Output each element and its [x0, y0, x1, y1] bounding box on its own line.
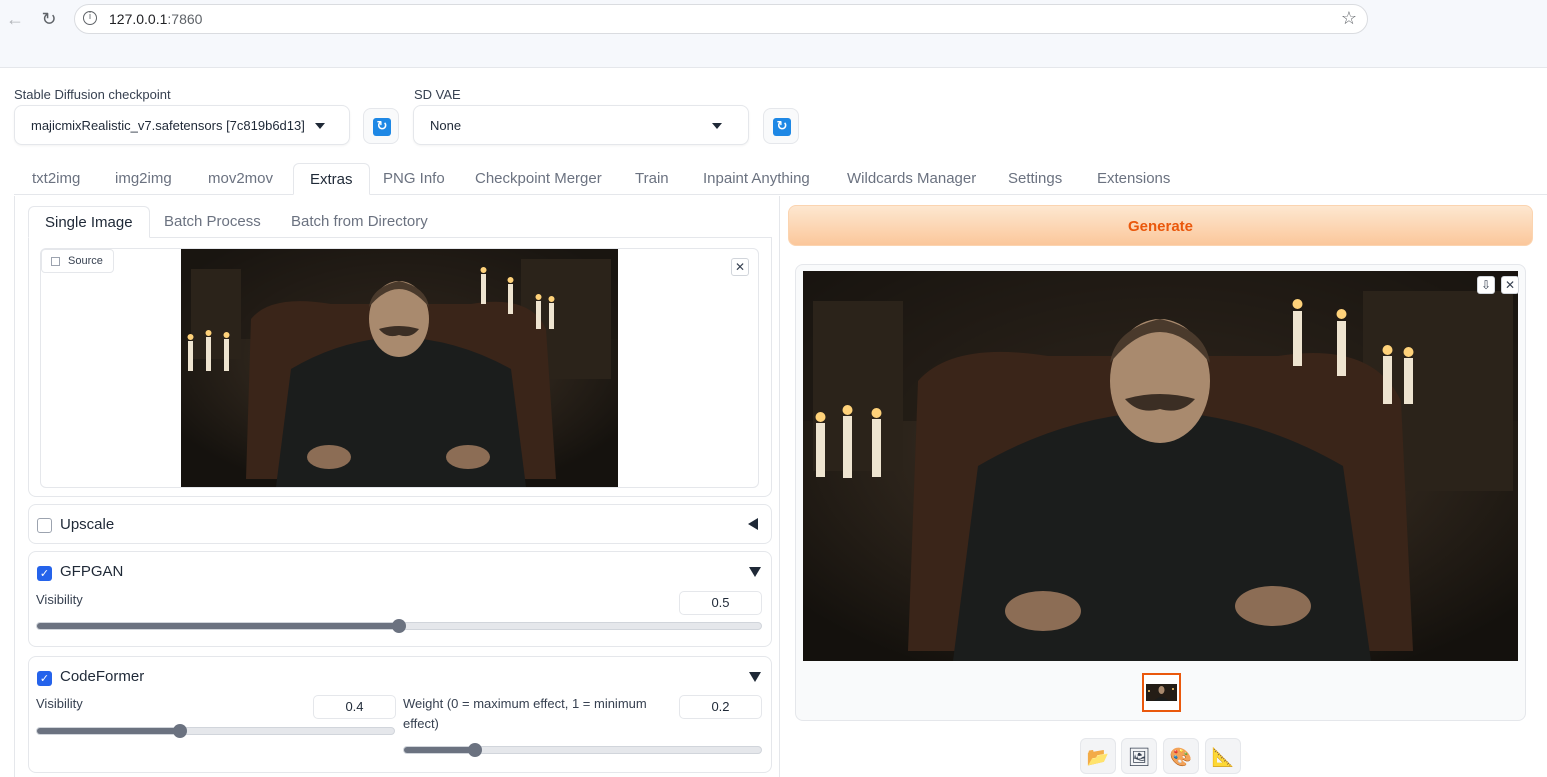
- extras-sub-tabs: Single Image Batch Process Batch from Di…: [28, 206, 772, 238]
- output-image[interactable]: [803, 271, 1518, 661]
- upscale-checkbox[interactable]: [37, 518, 52, 533]
- clear-source-button[interactable]: ✕: [731, 258, 749, 276]
- gfpgan-visibility-label: Visibility: [36, 592, 83, 607]
- checkpoint-refresh-button[interactable]: ↻: [363, 108, 399, 144]
- codeformer-visibility-slider[interactable]: [36, 727, 395, 735]
- expand-down-icon[interactable]: [749, 567, 761, 577]
- back-arrow-icon[interactable]: ←: [4, 8, 26, 30]
- refresh-icon: ↻: [373, 118, 391, 136]
- tab-img2img[interactable]: img2img: [99, 163, 188, 195]
- tab-mov2mov[interactable]: mov2mov: [192, 163, 289, 195]
- codeformer-weight-label: Weight (0 = maximum effect, 1 = minimum …: [403, 696, 647, 731]
- image-icon[interactable]: 🖼: [1121, 738, 1157, 774]
- codeformer-visibility-input[interactable]: 0.4: [313, 695, 396, 719]
- refresh-icon: ↻: [773, 118, 791, 136]
- chevron-down-icon: [315, 123, 325, 129]
- checkpoint-label: Stable Diffusion checkpoint: [14, 87, 171, 102]
- vae-label: SD VAE: [414, 87, 461, 102]
- codeformer-weight-thumb[interactable]: [467, 743, 482, 757]
- expand-down-icon[interactable]: [749, 672, 761, 682]
- gfpgan-title: GFPGAN: [60, 563, 124, 580]
- checkpoint-dropdown[interactable]: majicmixRealistic_v7.safetensors [7c819b…: [14, 105, 350, 145]
- image-icon: [51, 257, 60, 266]
- tab-checkpoint-merger[interactable]: Checkpoint Merger: [459, 163, 618, 195]
- tab-txt2img[interactable]: txt2img: [16, 163, 96, 195]
- codeformer-title: CodeFormer: [60, 668, 145, 685]
- gallery-thumbnail[interactable]: [1142, 673, 1181, 712]
- tab-extensions[interactable]: Extensions: [1081, 163, 1186, 195]
- tab-train[interactable]: Train: [619, 163, 685, 195]
- gfpgan-visibility-input[interactable]: 0.5: [679, 591, 762, 615]
- download-icon[interactable]: ⇩: [1477, 276, 1495, 294]
- tab-png-info[interactable]: PNG Info: [367, 163, 461, 195]
- tab-single-image[interactable]: Single Image: [28, 206, 150, 238]
- tab-inpaint-anything[interactable]: Inpaint Anything: [687, 163, 826, 195]
- bookmark-star-icon[interactable]: ☆: [1341, 8, 1357, 29]
- codeformer-weight-slider[interactable]: [403, 746, 762, 754]
- source-image: [181, 249, 618, 487]
- slider-fill: [37, 728, 180, 734]
- address-bar[interactable]: i 127.0.0.1:7860 ☆: [74, 4, 1368, 34]
- gfpgan-visibility-thumb[interactable]: [392, 619, 406, 633]
- vae-value: None: [430, 118, 462, 133]
- main-tabs: txt2img img2img mov2mov Extras PNG Info …: [14, 163, 1547, 195]
- tab-batch-from-directory[interactable]: Batch from Directory: [275, 206, 444, 238]
- ruler-icon[interactable]: 📐: [1205, 738, 1241, 774]
- tab-settings[interactable]: Settings: [992, 163, 1078, 195]
- gfpgan-checkbox[interactable]: ✓: [37, 566, 52, 581]
- slider-fill: [404, 747, 476, 753]
- tab-batch-process[interactable]: Batch Process: [148, 206, 277, 238]
- chevron-down-icon: [712, 123, 722, 129]
- codeformer-checkbox[interactable]: ✓: [37, 671, 52, 686]
- upscale-accordion[interactable]: [28, 504, 772, 544]
- slider-fill: [37, 623, 399, 629]
- folder-icon[interactable]: 📂: [1080, 738, 1116, 774]
- source-label: Source: [41, 249, 114, 273]
- reload-icon[interactable]: ↻: [38, 8, 60, 30]
- close-output-button[interactable]: ✕: [1501, 276, 1519, 294]
- checkpoint-value: majicmixRealistic_v7.safetensors [7c819b…: [31, 118, 305, 133]
- tab-extras[interactable]: Extras: [293, 163, 370, 195]
- thumbnail-image: [1146, 684, 1177, 701]
- codeformer-visibility-thumb[interactable]: [172, 724, 187, 738]
- palette-icon[interactable]: 🎨: [1163, 738, 1199, 774]
- tab-wildcards-manager[interactable]: Wildcards Manager: [831, 163, 992, 195]
- codeformer-visibility-label: Visibility: [36, 696, 83, 711]
- vae-refresh-button[interactable]: ↻: [763, 108, 799, 144]
- browser-toolbar: ← ↻ i 127.0.0.1:7860 ☆: [0, 0, 1547, 68]
- site-info-icon[interactable]: i: [83, 11, 97, 25]
- upscale-title: Upscale: [60, 516, 115, 533]
- collapse-left-icon[interactable]: [748, 518, 758, 530]
- url-text[interactable]: 127.0.0.1:7860: [109, 11, 202, 27]
- codeformer-weight-input[interactable]: 0.2: [679, 695, 762, 719]
- generate-button[interactable]: Generate: [788, 205, 1533, 246]
- vae-dropdown[interactable]: None: [413, 105, 749, 145]
